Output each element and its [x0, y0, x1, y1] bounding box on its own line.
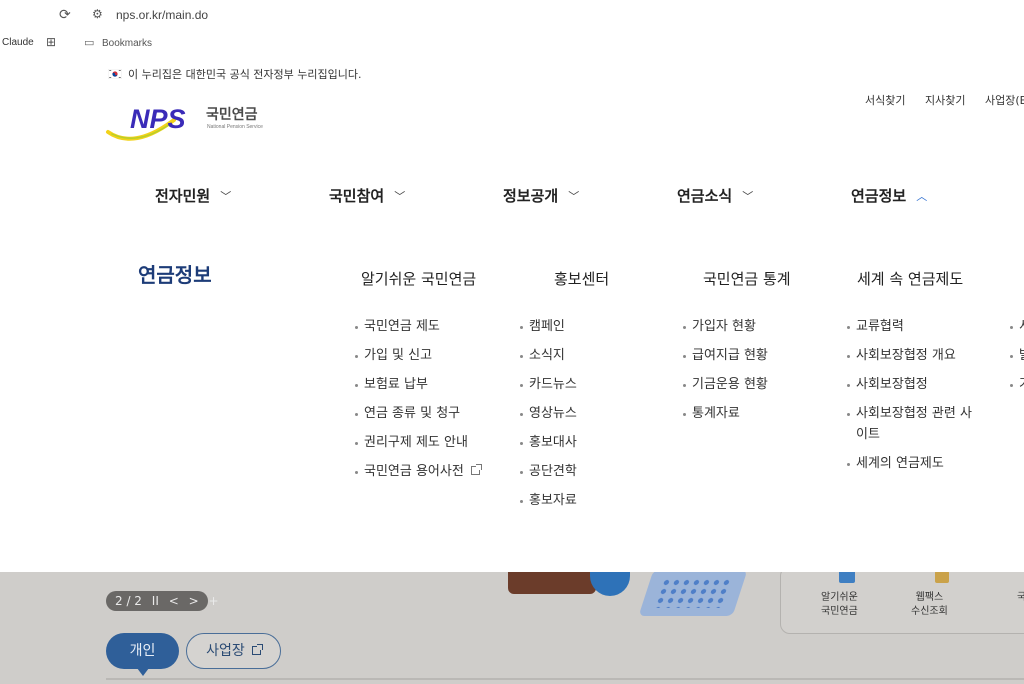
pause-icon[interactable]: II [152, 594, 159, 608]
list-item[interactable]: 소식지 [520, 341, 577, 370]
list-item-glossary[interactable]: 국민연금 용어사전 [355, 457, 482, 486]
calculator-keys [653, 578, 733, 608]
list-item[interactable]: 발 [1010, 341, 1024, 370]
apps-grid-icon[interactable]: ⊞ [46, 35, 56, 49]
chevron-down-icon: ﹀ [394, 190, 406, 203]
reload-icon[interactable]: ⟳ [59, 7, 71, 23]
chevron-down-icon: ﹀ [742, 190, 754, 203]
list-item-label: 국민연금 용어사전 [364, 464, 464, 479]
chart-illustration [590, 572, 630, 596]
quick-menu-easy-pension[interactable]: 알기쉬운 국민연금 [821, 591, 858, 619]
list-item[interactable]: 홍보대사 [520, 428, 577, 457]
bookmark-claude[interactable]: Claude [2, 37, 34, 48]
tab-business-label: 사업장 [206, 643, 245, 659]
gnb-label: 연금소식 [677, 187, 733, 205]
gnb-participation[interactable]: 국민참여 ﹀ [329, 185, 405, 206]
url-text[interactable]: nps.or.kr/main.do [116, 8, 208, 22]
list-item[interactable]: 가입 및 신고 [355, 341, 480, 370]
gnb-e-civil[interactable]: 전자민원 ﹀ [155, 185, 231, 206]
list-item[interactable]: 사회보장협정 관련 사이트 [847, 399, 977, 449]
list-item[interactable]: 국민연금 제도 [355, 312, 480, 341]
mega-col-title-world[interactable]: 세계 속 연금제도 [857, 268, 963, 289]
gnb-disclosure[interactable]: 정보공개 ﹀ [503, 185, 579, 206]
list-item[interactable]: 교류협력 [847, 312, 977, 341]
dimmed-main-content: 2 / 2 II < > + 개인 사업장 알기쉬운 국민연금 웹팩스 수신조회… [0, 572, 1024, 684]
nps-logo[interactable]: NPS 국민연금 National Pension Service [104, 98, 284, 150]
list-item[interactable]: 영상뉴스 [520, 399, 577, 428]
external-link-icon [251, 644, 263, 655]
gov-notice: 이 누리집은 대한민국 공식 전자정부 누리집입니다. [108, 66, 362, 82]
mega-col-list-pr: 캠페인 소식지 카드뉴스 영상뉴스 홍보대사 공단견학 홍보자료 [520, 312, 577, 515]
list-item[interactable]: 보험료 납부 [355, 370, 480, 399]
chevron-right-icon[interactable]: > [189, 594, 199, 608]
slider-counter: 2 / 2 [115, 594, 142, 608]
divider [106, 678, 1024, 680]
tab-personal[interactable]: 개인 [106, 633, 179, 676]
mega-col-title-stats[interactable]: 국민연금 통계 [703, 268, 791, 289]
util-business[interactable]: 사업장(E [985, 92, 1024, 108]
chevron-down-icon: ﹀ [568, 190, 580, 203]
bookmarks-folder-label[interactable]: Bookmarks [102, 38, 152, 49]
mega-menu-title: 연금정보 [138, 263, 212, 287]
list-item[interactable]: 권리구제 제도 안내 [355, 428, 480, 457]
logo-english: National Pension Service [207, 124, 263, 130]
gnb-label: 전자민원 [155, 187, 211, 205]
mega-col-list-world: 교류협력 사회보장협정 개요 사회보장협정 사회보장협정 관련 사이트 세계의 … [847, 312, 977, 478]
logo-mark: NPS [130, 104, 186, 134]
mega-col-title-pr[interactable]: 홍보센터 [554, 268, 609, 289]
site-settings-icon[interactable]: ⚙ [92, 7, 103, 21]
fax-icon [935, 572, 949, 583]
plus-icon[interactable]: + [208, 594, 218, 608]
list-item[interactable]: 기 [1010, 370, 1024, 399]
list-item[interactable]: 사회보장협정 [847, 370, 977, 399]
mega-col-list-basics: 국민연금 제도 가입 및 신고 보험료 납부 연금 종류 및 청구 권리구제 제… [355, 312, 482, 486]
external-link-icon [470, 464, 482, 475]
quick-menu-tray: 알기쉬운 국민연금 웹팩스 수신조회 국 [780, 572, 1024, 634]
tab-business[interactable]: 사업장 [186, 633, 281, 669]
monitor-icon [839, 572, 855, 583]
list-item[interactable]: 연금 종류 및 청구 [355, 399, 480, 428]
list-item[interactable]: 캠페인 [520, 312, 577, 341]
mega-col-list-cutoff: 서 발 기 [1010, 312, 1024, 399]
list-item[interactable]: 급여지급 현황 [683, 341, 768, 370]
page: ⟳ ⚙ nps.or.kr/main.do Claude ⊞ ▭ Bookmar… [0, 0, 1024, 684]
mega-col-list-stats: 가입자 현황 급여지급 현황 기금운용 현황 통계자료 [683, 312, 768, 428]
book-illustration [508, 572, 596, 594]
list-item[interactable]: 통계자료 [683, 399, 768, 428]
list-item[interactable]: 가입자 현황 [683, 312, 768, 341]
list-item[interactable]: 사회보장협정 개요 [847, 341, 977, 370]
gnb-label: 국민참여 [329, 187, 385, 205]
bookmarks-bar: Claude ⊞ ▭ Bookmarks [0, 30, 1024, 56]
chevron-left-icon[interactable]: < [169, 594, 179, 608]
list-item[interactable]: 서 [1010, 312, 1024, 341]
list-item[interactable]: 기금운용 현황 [683, 370, 768, 399]
gnb-news[interactable]: 연금소식 ﹀ [677, 185, 753, 206]
logo-korean: 국민연금 [206, 106, 258, 123]
quick-menu-webfax[interactable]: 웹팩스 수신조회 [911, 591, 948, 619]
quick-menu-cutoff[interactable]: 국 [1017, 591, 1024, 605]
list-item[interactable]: 카드뉴스 [520, 370, 577, 399]
chevron-up-icon: ︿ [916, 190, 928, 203]
list-item[interactable]: 세계의 연금제도 [847, 449, 977, 478]
gov-notice-text: 이 누리집은 대한민국 공식 전자정부 누리집입니다. [128, 68, 362, 81]
mega-col-title-basics[interactable]: 알기쉬운 국민연금 [361, 268, 476, 289]
browser-address-bar: ⟳ ⚙ nps.or.kr/main.do [0, 0, 1024, 30]
folder-icon[interactable]: ▭ [84, 36, 94, 49]
gnb-label: 연금정보 [851, 187, 907, 205]
util-form-search[interactable]: 서식찾기 [865, 92, 905, 108]
gnb-label: 정보공개 [503, 187, 559, 205]
list-item[interactable]: 공단견학 [520, 457, 577, 486]
banner-slider-controls: 2 / 2 II < > + [106, 591, 219, 611]
korea-flag-icon [108, 69, 122, 79]
calculator-illustration [638, 572, 748, 616]
gnb-pension-info[interactable]: 연금정보 ︿ [851, 185, 927, 206]
list-item[interactable]: 홍보자료 [520, 486, 577, 515]
chevron-down-icon: ﹀ [220, 190, 232, 203]
util-branch-search[interactable]: 지사찾기 [925, 92, 965, 108]
